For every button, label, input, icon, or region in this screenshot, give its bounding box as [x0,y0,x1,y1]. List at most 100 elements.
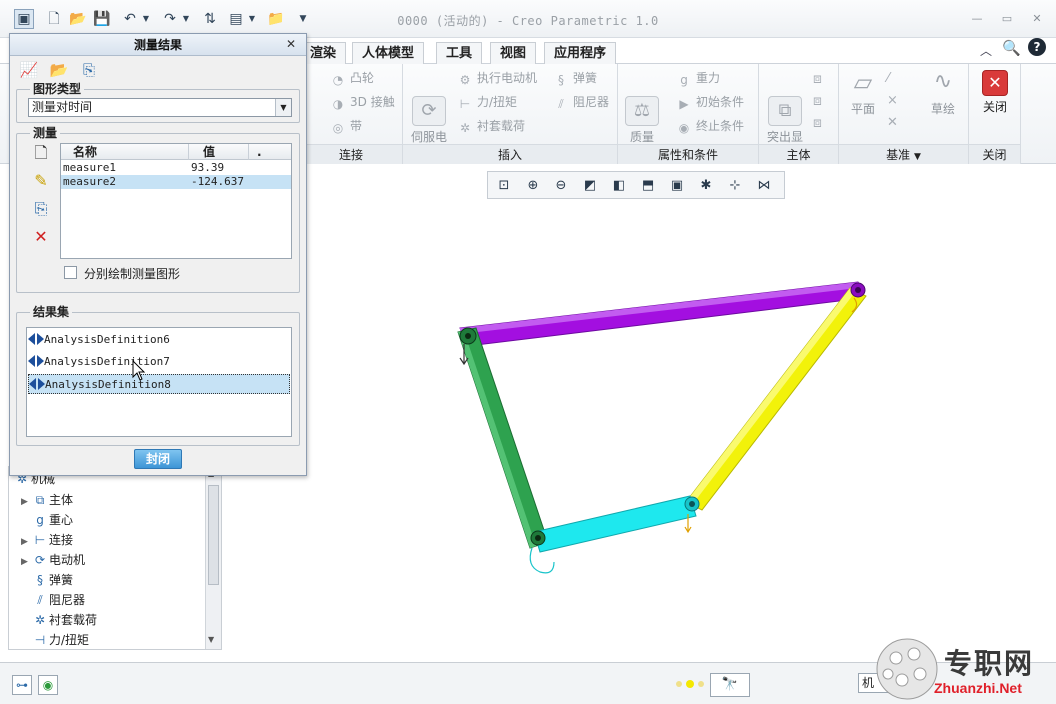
gravity-tool[interactable]: g 重力 [676,70,720,87]
tree-item-motors[interactable]: ▶ ⟳ 电动机 [21,550,85,570]
tab-tools[interactable]: 工具 [436,42,483,64]
graph-icon[interactable]: 📈 [18,60,40,80]
body-tools-icons[interactable]: ⧈ ⧈ ⧈ [813,68,822,134]
link-top-highlight [460,282,858,334]
column-header-name[interactable]: 名称 [61,144,189,160]
joint-top-right-pin [855,287,861,293]
measure-name: measure1 [63,161,116,174]
bushing-icon: ✲ [34,613,46,627]
tab-view[interactable]: 视图 [490,42,537,64]
delete-measure-icon[interactable]: ✕ [30,226,52,248]
link-bottom[interactable] [533,495,697,553]
tree-item-gravity[interactable]: g 重心 [21,510,73,530]
saved-views-icon[interactable]: ⬒ [637,175,659,197]
table-row[interactable]: measure1 93.39 [61,161,291,175]
tree-item-springs[interactable]: § 弹簧 [21,570,73,590]
measure-value: 93.39 [191,161,225,174]
graph-type-select[interactable]: 测量对时间 ▼ [28,98,292,117]
close-dialog-button[interactable]: 封闭 [134,449,182,469]
group-label-datum[interactable]: 基准 ▼ [839,144,968,164]
model-tree-toggle-icon[interactable]: ⊶ [12,675,32,695]
damper-tool[interactable]: ⫽ 阻尼器 [553,94,609,111]
highlight-bodies-icon: ⧉ [768,96,802,126]
collapse-ribbon-icon[interactable]: ︿ [980,42,992,59]
force-motor-icon: ⚙ [459,73,471,87]
search-icon[interactable]: 🔍 [1002,39,1021,57]
tree-scrollbar[interactable]: ▲ ▼ [205,467,221,649]
copy-measure-icon[interactable]: ⎘ [30,198,52,220]
view-manager-icon[interactable]: ▣ [666,175,688,197]
chevron-down-icon[interactable]: ▼ [275,99,291,116]
force-torque-tool[interactable]: ⊢ 力/扭矩 [457,94,517,111]
list-item-selected[interactable]: AnalysisDefinition8 [28,374,290,394]
damper-icon: ⫽ [558,97,564,111]
tree-item-connections[interactable]: ▶ ⊢ 连接 [21,530,73,550]
joint-bottom-left-pin [535,535,541,541]
initial-condition-tool[interactable]: ▶ 初始条件 [676,94,744,111]
joint-top-left-pin [465,333,471,339]
mouse-cursor-icon [132,360,146,381]
tab-applications[interactable]: 应用程序 [544,42,617,64]
close-mechanism-button[interactable]: ✕ 关闭 [973,70,1017,114]
column-header-extra[interactable]: . [249,144,291,160]
cam-tool[interactable]: ◔ 凸轮 [330,70,374,87]
status-dot-icon [676,681,682,687]
group-label-close: 关闭 [969,144,1020,164]
datum-axis-point-icons[interactable]: ⁄ × ✕ [887,68,898,134]
expand-arrow-icon[interactable]: ▶ [21,492,31,512]
scroll-down-icon[interactable]: ▼ [208,635,214,644]
refit-icon[interactable]: ⊡ [493,175,515,197]
watermark-cn-text: 专职网 [944,647,1035,680]
edit-measure-icon[interactable]: ✎ [30,170,52,192]
find-icon[interactable]: 🔭 [710,673,750,697]
tree-item-bushings[interactable]: ✲ 衬套载荷 [21,610,97,630]
open-icon[interactable]: 📂 [48,60,70,80]
browser-toggle-icon[interactable]: ◉ [38,675,58,695]
ribbon-group-close: ✕ 关闭 关闭 [969,64,1021,164]
help-icon[interactable]: ? [1028,38,1046,56]
gravity-icon: g [36,513,44,527]
separate-plot-checkbox[interactable] [64,266,77,279]
cam-icon: ◔ [332,73,344,87]
plane-button[interactable]: ▱ 平面 [843,68,883,116]
spin-center-icon[interactable]: ⊹ [724,175,746,197]
spring-tool[interactable]: § 弹簧 [553,70,597,87]
annotation-display-icon[interactable]: ⋈ [753,175,775,197]
belt-tool[interactable]: ◎ 带 [330,118,362,135]
display-style-icon[interactable]: ◧ [608,175,630,197]
joint-bottom-right-pin [689,501,695,507]
result-sets-label: 结果集 [30,305,73,319]
sketch-button[interactable]: ∿ 草绘 [923,68,963,116]
list-item[interactable]: AnalysisDefinition7 [28,352,290,372]
column-header-value[interactable]: 值 [189,144,249,160]
zoom-in-icon[interactable]: ⊕ [522,175,544,197]
link-right-highlight [686,288,856,505]
bushing-load-tool[interactable]: ✲ 衬套载荷 [457,118,525,135]
expand-arrow-icon[interactable]: ▶ [21,532,31,552]
list-item[interactable]: AnalysisDefinition6 [28,330,290,350]
datum-display-icon[interactable]: ✱ [695,175,717,197]
tree-item-forces[interactable]: ⊣ 力/扭矩 [21,630,89,650]
export-icon[interactable]: ⎘ [78,60,100,80]
repaint-icon[interactable]: ◩ [579,175,601,197]
motor-icon: ⟳ [34,553,46,567]
termination-condition-tool[interactable]: ◉ 终止条件 [676,118,744,135]
scroll-thumb[interactable] [208,485,219,585]
tree-item-dampers[interactable]: ⫽ 阻尼器 [21,590,85,610]
window-title: 0000 (活动的) - Creo Parametric 1.0 [397,14,659,28]
table-row-selected[interactable]: measure2 -124.637 [61,175,291,189]
minimize-button[interactable]: — [968,12,986,26]
mechanism-model[interactable] [420,270,890,590]
tree-item-bodies[interactable]: ▶ ⧉ 主体 [21,490,73,510]
force-motor-tool[interactable]: ⚙ 执行电动机 [457,70,537,87]
tab-manikin[interactable]: 人体模型 [352,42,425,64]
group-label-connection: 连接 [300,144,402,164]
separate-plot-label: 分别绘制测量图形 [84,267,181,281]
window-close-button[interactable]: ✕ [1028,12,1046,26]
restore-button[interactable]: ▭ [998,12,1016,26]
expand-arrow-icon[interactable]: ▶ [21,552,31,572]
new-measure-icon[interactable]: 🗋 [30,142,52,164]
3d-contact-tool[interactable]: ◑ 3D 接触 [330,94,395,111]
dialog-close-icon[interactable]: ✕ [286,37,296,51]
zoom-out-icon[interactable]: ⊖ [550,175,572,197]
